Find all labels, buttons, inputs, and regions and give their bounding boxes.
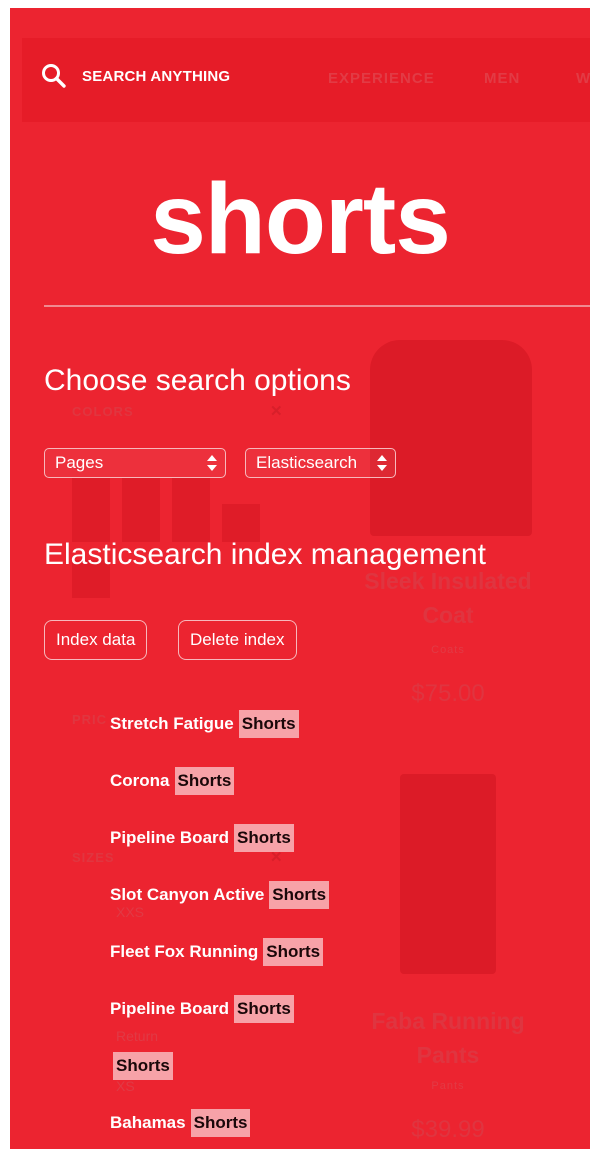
search-trigger[interactable]: SEARCH ANYTHING xyxy=(40,62,230,90)
result-title-prefix: Slot Canyon Active xyxy=(110,885,265,904)
result-title-prefix: Stretch Fatigue xyxy=(110,714,234,733)
background-color-swatch xyxy=(172,504,210,542)
result-highlight: Shorts xyxy=(269,881,330,909)
search-options-heading: Choose search options xyxy=(44,364,351,397)
search-result-item[interactable]: Fleet Fox Running Shorts xyxy=(110,936,324,968)
result-highlight: Shorts xyxy=(190,1109,251,1137)
result-highlight: Shorts xyxy=(113,1052,173,1080)
search-result-item[interactable]: Bahamas Shorts xyxy=(110,1107,251,1139)
search-result-item[interactable]: Pipeline Board Shorts xyxy=(110,822,294,854)
search-result-item[interactable]: Corona Shorts xyxy=(110,765,235,797)
background-facet-sizes: SIZES xyxy=(72,850,115,865)
background-nav-men: MEN xyxy=(484,70,521,87)
result-highlight: Shorts xyxy=(234,824,294,852)
background-color-swatch xyxy=(172,478,210,516)
background-nav-experience: EXPERIENCE xyxy=(328,70,435,87)
result-highlight: Shorts xyxy=(238,710,299,738)
source-select-value: Pages xyxy=(55,453,104,472)
background-product-image xyxy=(400,774,496,974)
background-facet-colors-clear-icon: ✕ xyxy=(270,403,283,420)
background-product-price: $39.99 xyxy=(411,1116,485,1143)
search-label: SEARCH ANYTHING xyxy=(82,67,231,85)
engine-select[interactable]: Elasticsearch xyxy=(245,448,396,478)
background-color-swatch xyxy=(72,504,110,542)
divider xyxy=(44,305,590,307)
background-product-image xyxy=(370,340,532,536)
background-product-price: $75.00 xyxy=(411,680,485,707)
result-highlight: Shorts xyxy=(174,767,235,795)
search-result-item[interactable]: Pipeline Board Shorts xyxy=(110,993,294,1025)
search-result-item[interactable]: Slot Canyon Active Shorts xyxy=(110,879,330,911)
background-color-swatch xyxy=(72,478,110,516)
result-title-prefix: Fleet Fox Running xyxy=(110,942,259,961)
background-color-swatch xyxy=(122,478,160,516)
index-data-button[interactable]: Index data xyxy=(44,620,148,660)
background-product-title: Faba Running Pants xyxy=(371,1008,525,1068)
background-product-category: Pants xyxy=(431,1080,465,1092)
background-misc-text: Return xyxy=(116,1028,159,1044)
search-result-item[interactable]: Shorts xyxy=(110,1050,173,1082)
search-icon xyxy=(40,62,68,90)
search-result-item[interactable]: Stretch Fatigue Shorts xyxy=(110,708,299,740)
result-highlight: Shorts xyxy=(263,938,324,966)
search-overlay: EXPERIENCE MEN W COLORS ✕ PRIC SIZES ✕ X… xyxy=(10,8,590,1149)
result-highlight: Shorts xyxy=(234,995,294,1023)
select-arrows-icon xyxy=(373,453,391,473)
result-title-prefix: Pipeline Board xyxy=(110,828,230,847)
result-title-prefix: Pipeline Board xyxy=(110,999,230,1018)
source-select[interactable]: Pages xyxy=(44,448,226,478)
background-nav-women: W xyxy=(576,70,590,87)
background-color-swatch xyxy=(222,504,260,542)
index-management-heading: Elasticsearch index management xyxy=(44,538,486,571)
select-arrows-icon xyxy=(203,453,221,473)
delete-index-button[interactable]: Delete index xyxy=(178,620,297,660)
background-product-category: Coats xyxy=(431,644,465,656)
background-product-title: Sleek Insulated Coat xyxy=(364,568,532,628)
search-query-text[interactable]: shorts xyxy=(10,154,590,284)
result-title-prefix: Bahamas xyxy=(110,1113,186,1132)
engine-select-value: Elasticsearch xyxy=(256,453,358,472)
result-title-prefix: Corona xyxy=(110,771,170,790)
background-facet-colors: COLORS xyxy=(72,404,134,419)
background-color-swatch xyxy=(122,504,160,542)
background-facet-price: PRIC xyxy=(72,712,108,727)
